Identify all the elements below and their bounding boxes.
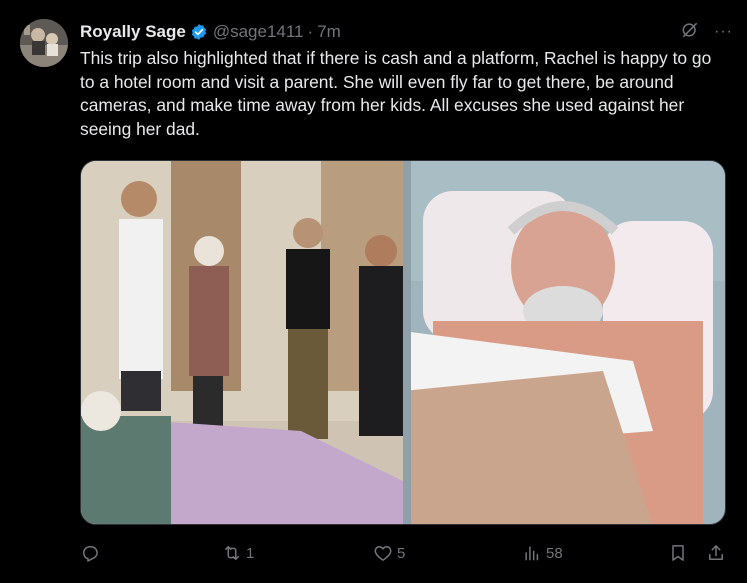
author-handle[interactable]: @sage1411 (213, 22, 304, 42)
tweet-text: This trip also highlighted that if there… (80, 48, 712, 139)
views-button[interactable]: 58 (522, 541, 563, 565)
grok-icon[interactable] (680, 20, 700, 45)
avatar[interactable] (20, 19, 68, 67)
more-icon[interactable]: ··· (714, 23, 733, 41)
views-icon (525, 546, 539, 561)
like-button[interactable]: 5 (373, 541, 405, 565)
action-bar: 1 5 58 (80, 541, 728, 565)
retweet-icon (225, 546, 239, 560)
share-icon (709, 545, 723, 560)
reply-icon (83, 546, 98, 562)
bookmark-icon (672, 545, 684, 561)
timestamp[interactable]: 7m (317, 22, 341, 42)
bookmark-button[interactable] (668, 541, 688, 565)
like-count: 5 (397, 544, 406, 562)
retweet-button[interactable]: 1 (222, 541, 254, 565)
share-button[interactable] (706, 541, 726, 565)
tweet-header: Royally Sage @sage1411 · 7m ··· (80, 20, 733, 44)
retweet-count: 1 (246, 544, 255, 562)
header-actions: ··· (680, 20, 733, 44)
like-icon (374, 546, 392, 561)
photo-hospital-patient[interactable] (403, 161, 725, 524)
separator-dot: · (307, 22, 314, 41)
reply-button[interactable] (80, 541, 104, 565)
verified-badge-icon (190, 23, 208, 41)
photo-hospital-visit[interactable] (81, 161, 403, 524)
views-count: 58 (546, 544, 563, 562)
media-grid[interactable] (80, 160, 726, 525)
author-name[interactable]: Royally Sage (80, 22, 186, 42)
